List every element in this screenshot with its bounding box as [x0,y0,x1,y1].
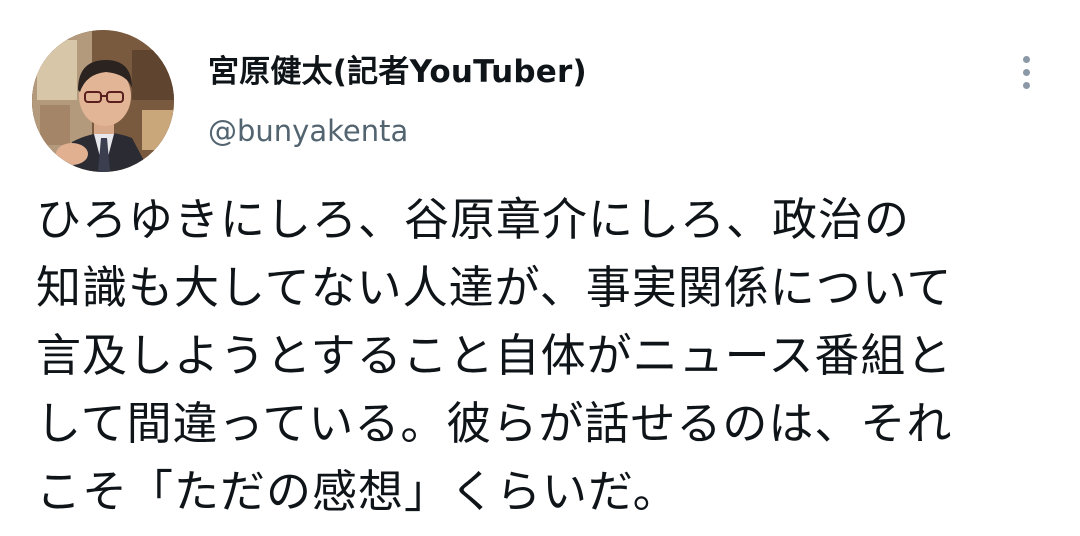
author-handle[interactable]: @bunyakenta [208,113,408,149]
more-options-button[interactable] [1010,52,1042,92]
tweet-text-line: こそ「ただの感想」くらいだ。 [36,465,679,518]
tweet-text-line: ひろゆきにしろ、谷原章介にしろ、政治の [36,193,911,246]
author-display-name[interactable]: 宮原健太(記者YouTuber) [208,52,587,92]
avatar-photo [32,30,174,172]
tweet-text-line: 言及しようとすること自体がニュース番組と [36,329,953,382]
tweet-text: ひろゆきにしろ、谷原章介にしろ、政治の 知識も大してない人達が、事実関係について… [36,186,1056,526]
tweet-text-line: して間違っている。彼らが話せるのは、それ [36,397,953,450]
tweet-card: 宮原健太(記者YouTuber) @bunyakenta ひろゆきにしろ、谷原章… [0,0,1080,536]
tweet-text-line: 知識も大してない人達が、事実関係について [36,261,953,314]
avatar[interactable] [32,30,174,172]
